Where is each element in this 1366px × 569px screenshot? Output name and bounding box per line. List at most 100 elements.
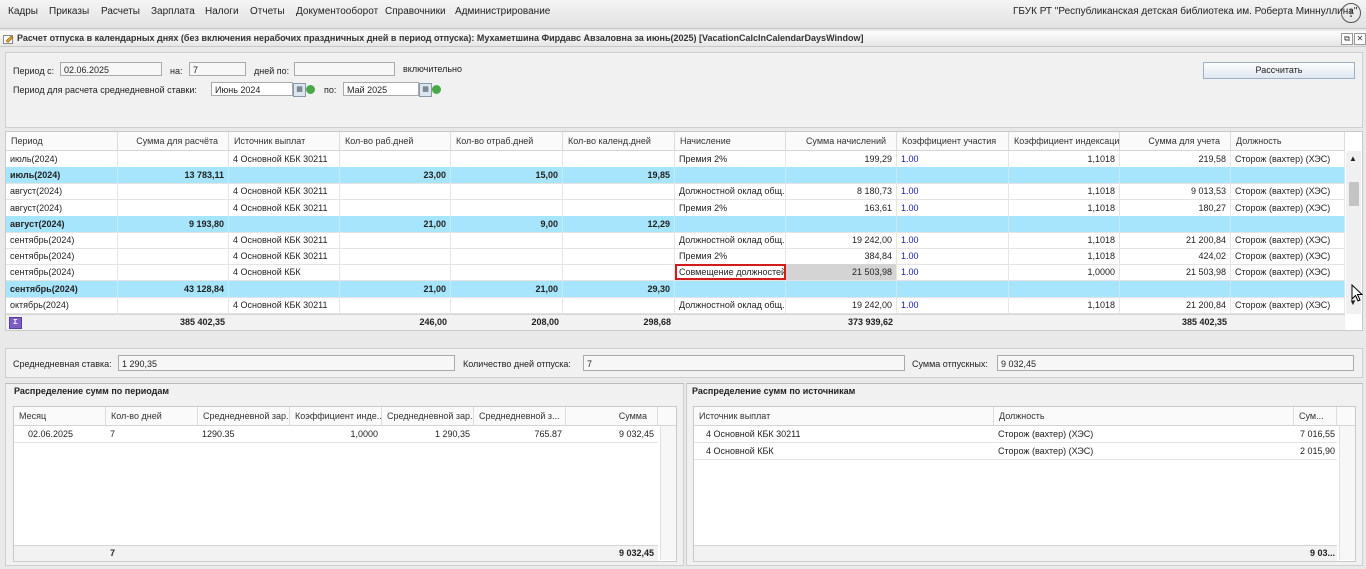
cell-position: Сторож (вахтер) (ХЭС) bbox=[998, 446, 1094, 456]
col-header-avg-daily-3[interactable]: Среднедневной з... bbox=[474, 407, 566, 425]
scroll-thumb[interactable] bbox=[1349, 182, 1359, 206]
apply-icon[interactable] bbox=[305, 83, 316, 95]
cell-work-days bbox=[340, 296, 451, 313]
cell-days: 7 bbox=[110, 429, 116, 439]
menu-nalogi[interactable]: Налоги bbox=[205, 6, 239, 17]
cell-participation-coef: 1.00 bbox=[897, 296, 1009, 313]
periods-scrollbar[interactable] bbox=[660, 426, 676, 560]
cell-calendar-days bbox=[563, 248, 675, 265]
period-from-label: Период с: bbox=[13, 66, 55, 76]
total-sum: 9 032,45 bbox=[618, 548, 654, 558]
table-row[interactable]: 4 Основной КБК 30211 Сторож (вахтер) (ХЭ… bbox=[694, 426, 1337, 443]
table-row[interactable]: сентябрь(2024) 4 Основной КБК Совмещение д… bbox=[6, 264, 1345, 282]
close-window-icon[interactable]: ✕ bbox=[1354, 33, 1366, 45]
sources-grid: Источник выплат Должность Сум... 4 Основ… bbox=[693, 406, 1356, 562]
cell-period: сентябрь(2024) bbox=[6, 248, 118, 265]
cell-position bbox=[1231, 280, 1345, 297]
cell-period: август(2024) bbox=[6, 215, 118, 232]
avg-period-to-field[interactable]: Май 2025 bbox=[343, 82, 419, 96]
apply-icon[interactable] bbox=[431, 83, 442, 95]
cell-accrual-sum: 8 180,73 bbox=[786, 183, 897, 200]
table-row[interactable]: август(2024) 4 Основной КБК 30211 Премия 2… bbox=[6, 199, 1345, 217]
table-row[interactable]: сентябрь(2024) 4 Основной КБК 30211 Должно… bbox=[6, 232, 1345, 249]
vacation-days-label: Количество дней отпуска: bbox=[463, 359, 571, 369]
table-row[interactable]: 02.06.2025 7 1290.35 1,0000 1 290,35 765… bbox=[14, 426, 658, 443]
cell-month: 02.06.2025 bbox=[28, 429, 74, 439]
col-header-sum[interactable]: Сумма bbox=[566, 407, 658, 425]
alert-icon[interactable]: ! bbox=[1341, 3, 1361, 23]
menu-kadry[interactable]: Кадры bbox=[8, 6, 38, 17]
cell-accrual-sum: 19 242,00 bbox=[786, 296, 897, 313]
col-header-month[interactable]: Месяц bbox=[14, 407, 106, 425]
group-row[interactable]: сентябрь(2024) 43 128,84 21,00 21,00 29,30 bbox=[6, 280, 1345, 298]
avg-rate-field[interactable]: 1 290,35 bbox=[118, 355, 455, 371]
cell-accrual[interactable]: Совмещение должностей... bbox=[675, 264, 786, 281]
cell-position: Сторож (вахтер) (ХЭС) bbox=[998, 429, 1094, 439]
cell-accrual-sum bbox=[786, 280, 897, 297]
cell-position: Сторож (вахтер) (ХЭС) bbox=[1231, 199, 1345, 216]
sources-scrollbar[interactable] bbox=[1339, 426, 1355, 560]
cell-worked-days bbox=[451, 151, 563, 167]
cell-accrual bbox=[675, 215, 786, 232]
col-header-index-coef[interactable]: Коэффициент инде... bbox=[290, 407, 382, 425]
cell-sum: 7 016,55 bbox=[1299, 429, 1335, 439]
restore-window-icon[interactable]: ⧉ bbox=[1341, 33, 1353, 45]
menu-spravochniki[interactable]: Справочники bbox=[385, 6, 446, 17]
col-header-accrual-sum[interactable]: Сумма начислений bbox=[786, 132, 897, 150]
cell-indexation-coef bbox=[1009, 167, 1120, 184]
col-header-source[interactable]: Источник выплат bbox=[229, 132, 340, 150]
calculate-button[interactable]: Рассчитать bbox=[1203, 62, 1355, 79]
menu-prikazy[interactable]: Приказы bbox=[49, 6, 89, 17]
period-to-field[interactable] bbox=[294, 62, 395, 76]
col-header-period[interactable]: Период bbox=[6, 132, 118, 150]
col-header-indexation-coef[interactable]: Коэффициент индексации bbox=[1009, 132, 1120, 150]
cell-period: октябрь(2024) bbox=[6, 296, 118, 313]
table-row[interactable]: 4 Основной КБК Сторож (вахтер) (ХЭС) 2 0… bbox=[694, 443, 1337, 460]
cell-avg-daily-3: 765.87 bbox=[534, 429, 562, 439]
menu-raschety[interactable]: Расчеты bbox=[101, 6, 140, 17]
menu-administrirovanie[interactable]: Администрирование bbox=[455, 6, 550, 17]
cell-source bbox=[229, 167, 340, 184]
vacation-days-field[interactable]: 7 bbox=[583, 355, 905, 371]
group-row[interactable]: июль(2024) 13 783,11 23,00 15,00 19,85 bbox=[6, 167, 1345, 185]
col-header-avg-daily-1[interactable]: Среднедневной зар... bbox=[198, 407, 290, 425]
menu-otchety[interactable]: Отчеты bbox=[250, 6, 285, 17]
avg-period-to-label: по: bbox=[324, 85, 337, 95]
col-header-source[interactable]: Источник выплат bbox=[694, 407, 994, 425]
cell-participation-coef bbox=[897, 280, 1009, 297]
scroll-up-icon[interactable]: ▲ bbox=[1349, 154, 1357, 163]
menu-dokumentooborot[interactable]: Документооборот bbox=[296, 6, 378, 17]
col-header-worked-days[interactable]: Кол-во отраб.дней bbox=[451, 132, 563, 150]
cell-accrual: Должностной оклад общ... bbox=[675, 183, 786, 200]
cell-indexation-coef: 1,1018 bbox=[1009, 151, 1120, 167]
cell-sum: 2 015,90 bbox=[1299, 446, 1335, 456]
cell-work-days bbox=[340, 264, 451, 281]
col-header-accrual[interactable]: Начисление bbox=[675, 132, 786, 150]
col-header-position[interactable]: Должность bbox=[994, 407, 1294, 425]
col-header-participation-coef[interactable]: Коэффициент участия bbox=[897, 132, 1009, 150]
col-header-avg-daily-2[interactable]: Среднедневной зар... bbox=[382, 407, 474, 425]
table-row[interactable]: октябрь(2024) 4 Основной КБК 30211 Должнос… bbox=[6, 296, 1345, 314]
vacation-sum-field[interactable]: 9 032,45 bbox=[997, 355, 1354, 371]
col-header-position[interactable]: Должность bbox=[1231, 132, 1345, 150]
sum-icon[interactable]: Σ bbox=[9, 317, 22, 329]
col-header-work-days[interactable]: Кол-во раб.дней bbox=[340, 132, 451, 150]
col-header-sum-for-account[interactable]: Сумма для учета bbox=[1120, 132, 1231, 150]
cell-source: 4 Основной КБК 30211 bbox=[229, 248, 340, 265]
window-title: Расчет отпуска в календарных днях (без в… bbox=[17, 33, 864, 43]
total-sum-for-calc: 385 402,35 bbox=[179, 317, 225, 327]
cell-accrual-sum bbox=[786, 167, 897, 184]
cell-calendar-days bbox=[563, 264, 675, 281]
menu-zarplata[interactable]: Зарплата bbox=[151, 6, 195, 17]
days-field[interactable]: 7 bbox=[189, 62, 246, 76]
period-from-field[interactable]: 02.06.2025 bbox=[60, 62, 162, 76]
table-row[interactable]: август(2024) 4 Основной КБК 30211 Должност… bbox=[6, 183, 1345, 201]
col-header-days-count[interactable]: Кол-во дней bbox=[106, 407, 198, 425]
table-row[interactable]: сентябрь(2024) 4 Основной КБК 30211 Премия… bbox=[6, 248, 1345, 266]
col-header-sum-for-calc[interactable]: Сумма для расчёта bbox=[118, 132, 229, 150]
col-header-sum[interactable]: Сум... bbox=[1294, 407, 1337, 425]
table-row[interactable]: июль(2024) 4 Основной КБК 30211 Премия 2% 1… bbox=[6, 151, 1345, 168]
avg-period-from-field[interactable]: Июнь 2024 bbox=[211, 82, 293, 96]
group-row[interactable]: август(2024) 9 193,80 21,00 9,00 12,29 bbox=[6, 215, 1345, 233]
col-header-calendar-days[interactable]: Кол-во календ.дней bbox=[563, 132, 675, 150]
